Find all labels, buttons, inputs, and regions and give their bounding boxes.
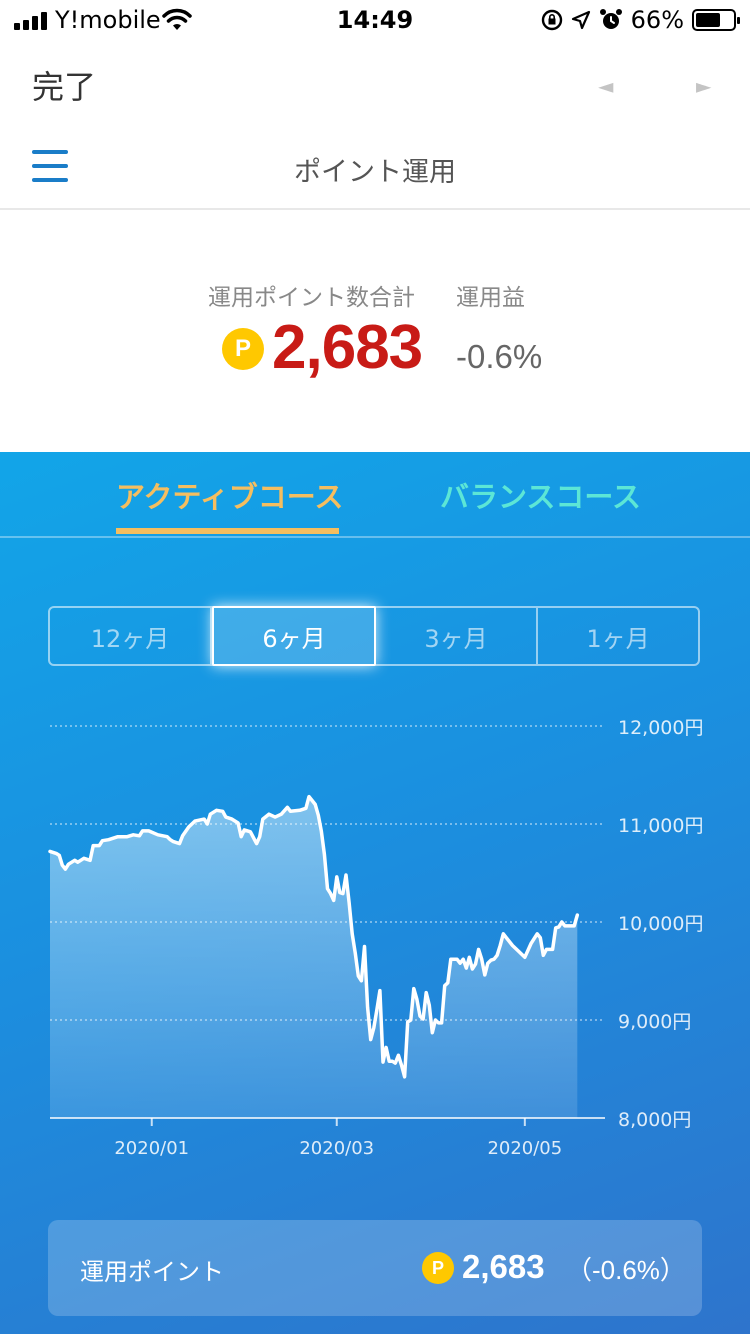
status-bar: Y!mobile 14:49 66% — [0, 0, 750, 40]
period-3-months[interactable]: 3ヶ月 — [376, 608, 538, 664]
total-points-value: 2,683 — [272, 313, 423, 382]
rotation-lock-icon — [541, 9, 562, 31]
period-6-months[interactable]: 6ヶ月 — [212, 606, 376, 666]
x-tick-label: 2020/05 — [487, 1138, 562, 1159]
x-tick-label: 2020/01 — [114, 1138, 189, 1159]
location-arrow-icon — [571, 10, 590, 30]
points-summary-bar: 運用ポイント P 2,683 （-0.6%） — [48, 1220, 702, 1316]
period-1-month[interactable]: 1ヶ月 — [538, 608, 698, 664]
gain-value: -0.6% — [456, 338, 543, 375]
done-button[interactable]: 完了 — [32, 62, 96, 108]
alarm-clock-icon — [599, 9, 622, 29]
gain-label: 運用益 — [456, 285, 525, 311]
tab-underline — [116, 528, 339, 534]
y-tick-label: 12,000円 — [618, 717, 703, 739]
tab-balance-course[interactable]: バランスコース — [440, 474, 641, 516]
tab-active-course[interactable]: アクティブコース — [116, 474, 343, 516]
battery-fill — [696, 13, 720, 27]
page-title: ポイント運用 — [294, 157, 456, 188]
period-selector: 12ヶ月 6ヶ月 3ヶ月 1ヶ月 — [48, 606, 700, 666]
tab-divider — [0, 536, 750, 538]
battery-percent: 66% — [630, 6, 684, 34]
y-tick-label: 11,000円 — [618, 815, 703, 837]
point-coin-small-icon: P — [422, 1252, 454, 1284]
status-icons: 66% — [541, 6, 740, 34]
battery-icon — [692, 9, 740, 31]
forward-arrow-icon[interactable]: ► — [696, 74, 711, 98]
header-divider — [0, 208, 750, 210]
series-area — [50, 796, 578, 1118]
total-points-label: 運用ポイント数合計 — [208, 285, 415, 311]
y-tick-label: 9,000円 — [618, 1011, 691, 1033]
point-coin-icon: P — [222, 328, 264, 370]
back-arrow-icon[interactable]: ◄ — [598, 74, 613, 98]
summary-bar-label: 運用ポイント — [80, 1258, 224, 1286]
course-panel: アクティブコース バランスコース 12ヶ月 6ヶ月 3ヶ月 1ヶ月 12,000… — [0, 452, 750, 1334]
x-tick-label: 2020/03 — [299, 1138, 374, 1159]
period-12-months[interactable]: 12ヶ月 — [50, 608, 212, 664]
y-tick-label: 10,000円 — [618, 913, 703, 935]
summary-bar-value: 2,683 — [462, 1248, 545, 1285]
y-tick-label: 8,000円 — [618, 1109, 691, 1131]
summary-bar-change: （-0.6%） — [566, 1255, 686, 1285]
point-value-chart: 12,000円 11,000円 10,000円 9,000円 8,000円 2020/01… — [48, 717, 703, 1159]
